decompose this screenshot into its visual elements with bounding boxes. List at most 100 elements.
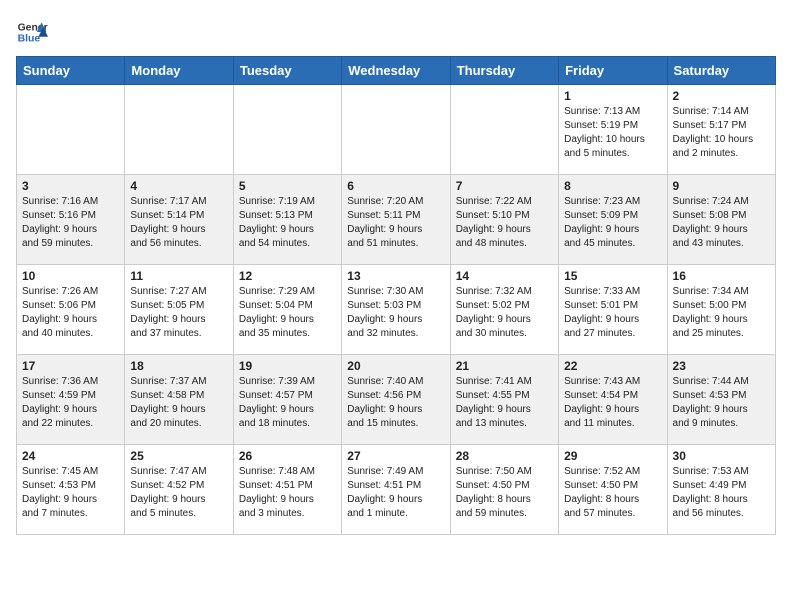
day-number: 8 [564,179,661,193]
day-info: Sunrise: 7:49 AM Sunset: 4:51 PM Dayligh… [347,465,444,521]
day-cell: 27 Sunrise: 7:49 AM Sunset: 4:51 PM Dayli… [342,445,450,535]
day-cell: 28Sunrise: 7:50 AM Sunset: 4:50 PM Dayli… [450,445,558,535]
day-info: Sunrise: 7:41 AM Sunset: 4:55 PM Dayligh… [456,375,553,431]
week-row-5: 24 Sunrise: 7:45 AM Sunset: 4:53 PM Dayli… [17,445,776,535]
day-info: Sunrise: 7:33 AM Sunset: 5:01 PM Dayligh… [564,285,661,341]
day-info: Sunrise: 7:37 AM Sunset: 4:58 PM Dayligh… [130,375,227,431]
day-header-thursday: Thursday [450,57,558,85]
day-info: Sunrise: 7:39 AM Sunset: 4:57 PM Dayligh… [239,375,336,431]
week-row-1: 1 Sunrise: 7:13 AM Sunset: 5:19 PM Daylig… [17,85,776,175]
day-header-monday: Monday [125,57,233,85]
day-cell: 23 Sunrise: 7:44 AM Sunset: 4:53 PM Dayli… [667,355,775,445]
day-info: Sunrise: 7:45 AM Sunset: 4:53 PM Dayligh… [22,465,119,521]
header: General Blue [16,16,776,48]
day-header-wednesday: Wednesday [342,57,450,85]
day-cell: 3Sunrise: 7:16 AM Sunset: 5:16 PM Daylig… [17,175,125,265]
day-info: Sunrise: 7:47 AM Sunset: 4:52 PM Dayligh… [130,465,227,521]
day-cell [125,85,233,175]
day-number: 18 [130,359,227,373]
day-info: Sunrise: 7:14 AM Sunset: 5:17 PM Dayligh… [673,105,770,161]
day-info: Sunrise: 7:36 AM Sunset: 4:59 PM Dayligh… [22,375,119,431]
day-cell: 22Sunrise: 7:43 AM Sunset: 4:54 PM Dayli… [559,355,667,445]
day-cell [233,85,341,175]
day-number: 16 [673,269,770,283]
day-cell: 4 Sunrise: 7:17 AM Sunset: 5:14 PM Daylig… [125,175,233,265]
day-info: Sunrise: 7:32 AM Sunset: 5:02 PM Dayligh… [456,285,553,341]
day-number: 26 [239,449,336,463]
day-number: 29 [564,449,661,463]
day-cell: 15 Sunrise: 7:33 AM Sunset: 5:01 PM Dayli… [559,265,667,355]
week-row-4: 17Sunrise: 7:36 AM Sunset: 4:59 PM Dayli… [17,355,776,445]
svg-text:Blue: Blue [18,34,41,45]
day-number: 11 [130,269,227,283]
day-cell [342,85,450,175]
day-info: Sunrise: 7:19 AM Sunset: 5:13 PM Dayligh… [239,195,336,251]
day-number: 21 [456,359,553,373]
day-number: 15 [564,269,661,283]
day-info: Sunrise: 7:13 AM Sunset: 5:19 PM Dayligh… [564,105,661,161]
calendar: SundayMondayTuesdayWednesdayThursdayFrid… [16,56,776,535]
day-info: Sunrise: 7:16 AM Sunset: 5:16 PM Dayligh… [22,195,119,251]
day-header-friday: Friday [559,57,667,85]
day-info: Sunrise: 7:50 AM Sunset: 4:50 PM Dayligh… [456,465,553,521]
day-info: Sunrise: 7:29 AM Sunset: 5:04 PM Dayligh… [239,285,336,341]
day-number: 25 [130,449,227,463]
logo-icon: General Blue [16,16,48,48]
day-info: Sunrise: 7:48 AM Sunset: 4:51 PM Dayligh… [239,465,336,521]
day-number: 27 [347,449,444,463]
day-cell: 30 Sunrise: 7:53 AM Sunset: 4:49 PM Dayli… [667,445,775,535]
day-cell: 12Sunrise: 7:29 AM Sunset: 5:04 PM Dayli… [233,265,341,355]
day-number: 4 [130,179,227,193]
day-cell: 5 Sunrise: 7:19 AM Sunset: 5:13 PM Daylig… [233,175,341,265]
day-number: 20 [347,359,444,373]
day-cell [17,85,125,175]
day-cell: 8Sunrise: 7:23 AM Sunset: 5:09 PM Daylig… [559,175,667,265]
day-number: 30 [673,449,770,463]
day-info: Sunrise: 7:20 AM Sunset: 5:11 PM Dayligh… [347,195,444,251]
day-number: 7 [456,179,553,193]
day-cell: 19Sunrise: 7:39 AM Sunset: 4:57 PM Dayli… [233,355,341,445]
week-row-2: 3Sunrise: 7:16 AM Sunset: 5:16 PM Daylig… [17,175,776,265]
day-number: 2 [673,89,770,103]
day-info: Sunrise: 7:24 AM Sunset: 5:08 PM Dayligh… [673,195,770,251]
day-cell: 10 Sunrise: 7:26 AM Sunset: 5:06 PM Dayli… [17,265,125,355]
day-cell: 17Sunrise: 7:36 AM Sunset: 4:59 PM Dayli… [17,355,125,445]
day-header-sunday: Sunday [17,57,125,85]
day-cell: 25 Sunrise: 7:47 AM Sunset: 4:52 PM Dayli… [125,445,233,535]
day-cell: 2 Sunrise: 7:14 AM Sunset: 5:17 PM Daylig… [667,85,775,175]
day-number: 14 [456,269,553,283]
day-number: 10 [22,269,119,283]
day-info: Sunrise: 7:22 AM Sunset: 5:10 PM Dayligh… [456,195,553,251]
day-number: 1 [564,89,661,103]
day-cell: 11 Sunrise: 7:27 AM Sunset: 5:05 PM Dayli… [125,265,233,355]
day-cell: 1 Sunrise: 7:13 AM Sunset: 5:19 PM Daylig… [559,85,667,175]
day-header-tuesday: Tuesday [233,57,341,85]
week-row-3: 10 Sunrise: 7:26 AM Sunset: 5:06 PM Dayli… [17,265,776,355]
day-number: 24 [22,449,119,463]
day-cell [450,85,558,175]
day-cell: 20 Sunrise: 7:40 AM Sunset: 4:56 PM Dayli… [342,355,450,445]
calendar-header-row: SundayMondayTuesdayWednesdayThursdayFrid… [17,57,776,85]
day-cell: 16 Sunrise: 7:34 AM Sunset: 5:00 PM Dayli… [667,265,775,355]
day-number: 13 [347,269,444,283]
day-info: Sunrise: 7:34 AM Sunset: 5:00 PM Dayligh… [673,285,770,341]
day-cell: 18 Sunrise: 7:37 AM Sunset: 4:58 PM Dayli… [125,355,233,445]
day-cell: 14 Sunrise: 7:32 AM Sunset: 5:02 PM Dayli… [450,265,558,355]
day-header-saturday: Saturday [667,57,775,85]
day-cell: 21 Sunrise: 7:41 AM Sunset: 4:55 PM Dayli… [450,355,558,445]
day-number: 9 [673,179,770,193]
day-info: Sunrise: 7:26 AM Sunset: 5:06 PM Dayligh… [22,285,119,341]
logo: General Blue [16,16,48,48]
day-number: 6 [347,179,444,193]
day-info: Sunrise: 7:53 AM Sunset: 4:49 PM Dayligh… [673,465,770,521]
day-cell: 24 Sunrise: 7:45 AM Sunset: 4:53 PM Dayli… [17,445,125,535]
day-info: Sunrise: 7:30 AM Sunset: 5:03 PM Dayligh… [347,285,444,341]
day-number: 5 [239,179,336,193]
day-info: Sunrise: 7:44 AM Sunset: 4:53 PM Dayligh… [673,375,770,431]
day-info: Sunrise: 7:27 AM Sunset: 5:05 PM Dayligh… [130,285,227,341]
day-info: Sunrise: 7:17 AM Sunset: 5:14 PM Dayligh… [130,195,227,251]
day-number: 23 [673,359,770,373]
day-number: 22 [564,359,661,373]
day-cell: 9 Sunrise: 7:24 AM Sunset: 5:08 PM Daylig… [667,175,775,265]
day-info: Sunrise: 7:40 AM Sunset: 4:56 PM Dayligh… [347,375,444,431]
